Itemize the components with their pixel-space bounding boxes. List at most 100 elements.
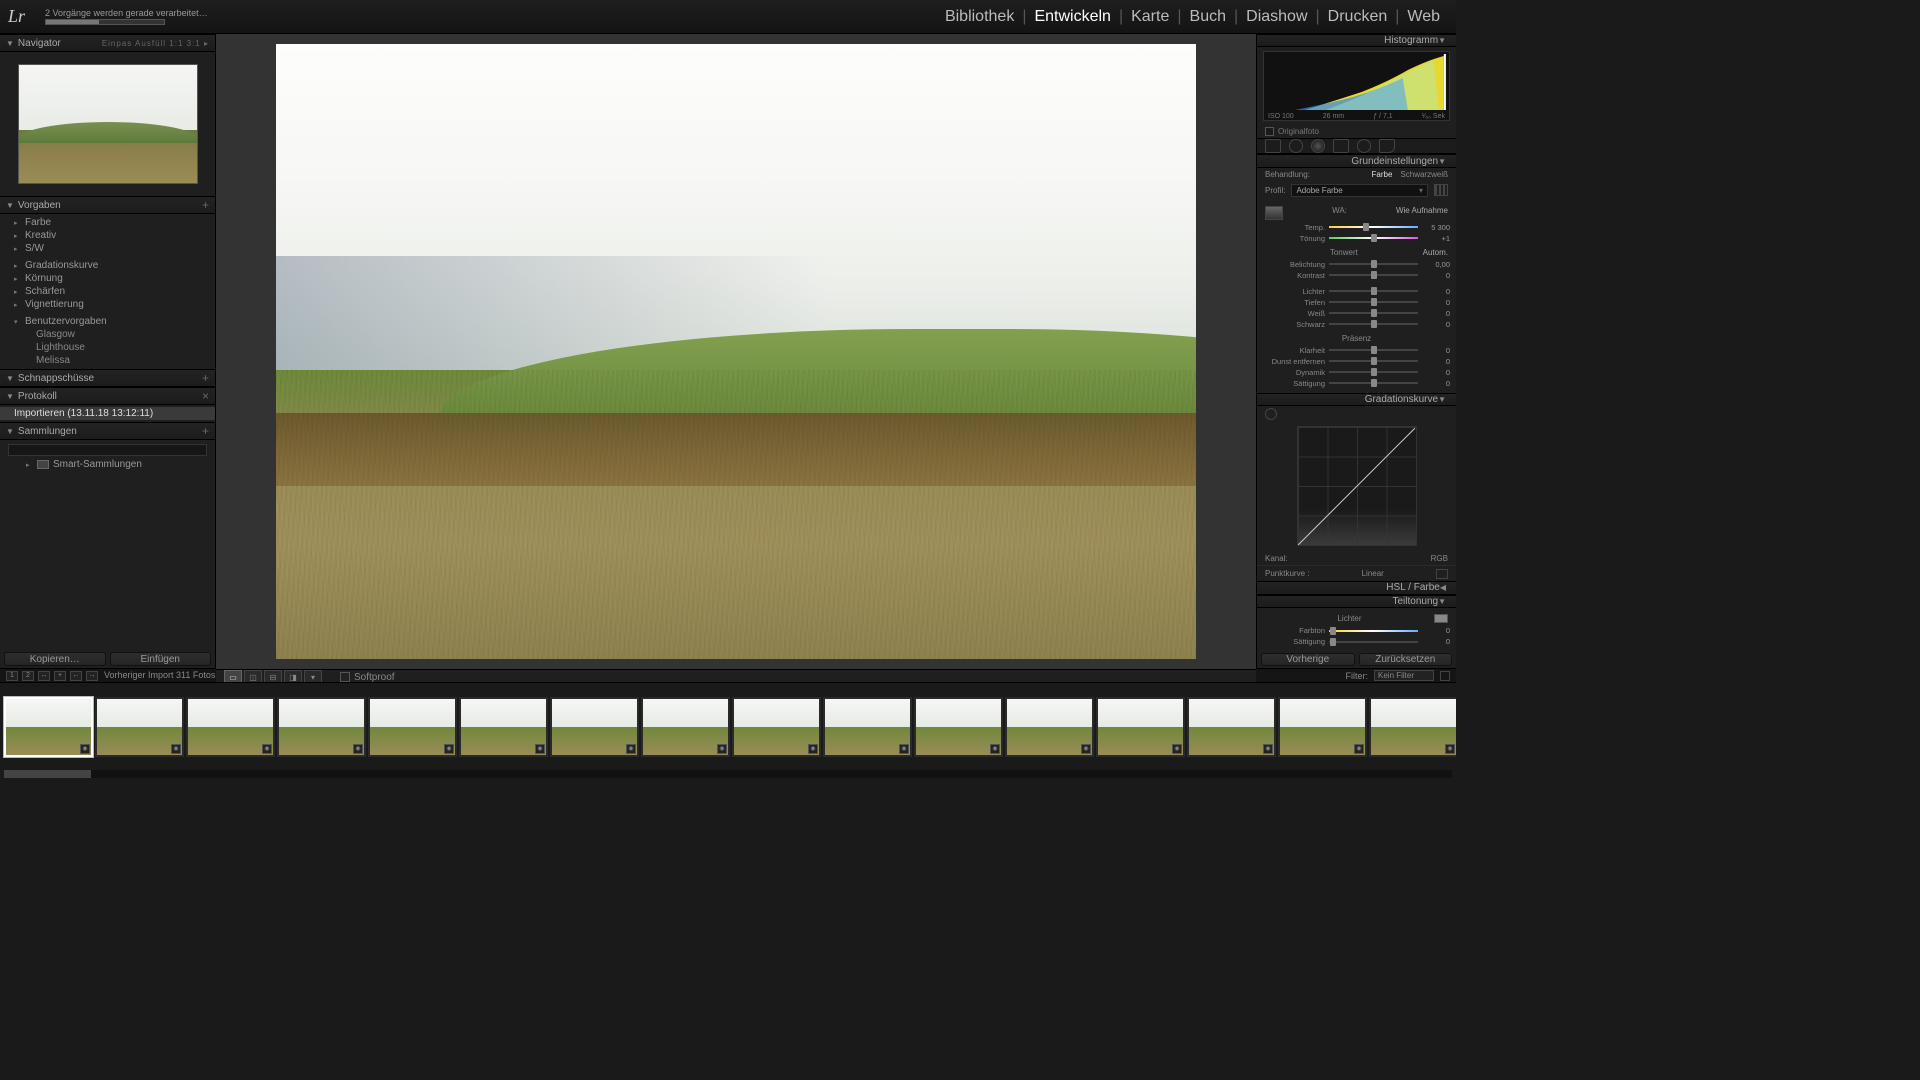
presets-header[interactable]: ▼ Vorgaben +: [0, 196, 215, 214]
slider-lichter[interactable]: Lichter0: [1263, 286, 1450, 297]
slider-schwarz[interactable]: Schwarz0: [1263, 319, 1450, 330]
module-tab-entwickeln[interactable]: Entwickeln: [1026, 8, 1118, 26]
module-tab-diashow[interactable]: Diashow: [1238, 8, 1315, 26]
slider-weiß[interactable]: Weiß0: [1263, 308, 1450, 319]
add-snapshot-button[interactable]: +: [202, 371, 209, 385]
tint-slider[interactable]: Tönung +1: [1263, 233, 1450, 244]
preset-item[interactable]: ▸Farbe: [0, 216, 215, 229]
clear-history-button[interactable]: ×: [202, 389, 209, 403]
history-item[interactable]: Importieren (13.11.18 13:12:11): [0, 407, 215, 420]
slider-value[interactable]: 0: [1422, 368, 1450, 377]
curve-mode-icon[interactable]: [1436, 569, 1448, 579]
module-tab-web[interactable]: Web: [1399, 8, 1448, 26]
slider-value[interactable]: 0: [1422, 287, 1450, 296]
slider-belichtung[interactable]: Belichtung0,00: [1263, 259, 1450, 270]
treatment-color[interactable]: Farbe: [1372, 170, 1393, 179]
radial-filter-tool[interactable]: [1357, 139, 1371, 153]
slider-value[interactable]: 0: [1422, 298, 1450, 307]
filmstrip-thumb[interactable]: ◉: [277, 697, 366, 757]
profile-browser-icon[interactable]: [1434, 184, 1448, 196]
module-tab-karte[interactable]: Karte: [1123, 8, 1177, 26]
navigator-header[interactable]: ▼ Navigator Einpas Ausfüll 1:1 3:1 ▸: [0, 34, 215, 52]
fs-nav-button[interactable]: +: [54, 671, 66, 681]
fs-nav-button[interactable]: 1: [6, 671, 18, 681]
add-collection-button[interactable]: +: [202, 424, 209, 438]
tone-curve-editor[interactable]: [1297, 426, 1417, 546]
slider-value[interactable]: 0,00: [1422, 260, 1450, 269]
filmstrip-thumb[interactable]: ◉: [368, 697, 457, 757]
wb-picker-icon[interactable]: [1265, 206, 1283, 220]
tat-icon[interactable]: [1265, 408, 1277, 420]
filmstrip-thumb[interactable]: ◉: [1278, 697, 1367, 757]
filmstrip-thumb[interactable]: ◉: [95, 697, 184, 757]
color-swatch[interactable]: [1434, 614, 1448, 623]
crop-tool[interactable]: [1265, 139, 1281, 153]
slider-value[interactable]: +1: [1422, 234, 1450, 243]
filmstrip-thumb[interactable]: ◉: [732, 697, 821, 757]
channel-select[interactable]: RGB: [1431, 554, 1448, 563]
paste-settings-button[interactable]: Einfügen: [110, 652, 212, 666]
add-preset-button[interactable]: +: [202, 198, 209, 212]
previous-button[interactable]: Vorherige: [1261, 653, 1355, 666]
spot-removal-tool[interactable]: [1289, 139, 1303, 153]
filmstrip-thumb[interactable]: ◉: [4, 697, 93, 757]
preset-item[interactable]: Melissa: [0, 354, 215, 367]
slider-value[interactable]: 5 300: [1422, 223, 1450, 232]
filmstrip-thumb[interactable]: ◉: [1369, 697, 1456, 757]
slider-sättigung[interactable]: Sättigung0: [1263, 636, 1450, 647]
slider-value[interactable]: 0: [1422, 379, 1450, 388]
redeye-tool[interactable]: [1311, 139, 1325, 153]
filmstrip-thumb[interactable]: ◉: [914, 697, 1003, 757]
module-tab-buch[interactable]: Buch: [1182, 8, 1234, 26]
hsl-header[interactable]: HSL / Farbe ◀: [1257, 581, 1456, 594]
collection-item[interactable]: ▸ Smart-Sammlungen: [0, 458, 215, 471]
image-viewport[interactable]: [216, 34, 1256, 669]
auto-tone-button[interactable]: Autom.: [1423, 248, 1448, 257]
collections-search[interactable]: [8, 444, 207, 456]
graduated-filter-tool[interactable]: [1333, 139, 1349, 153]
slider-value[interactable]: 0: [1422, 309, 1450, 318]
filmstrip-thumb[interactable]: ◉: [823, 697, 912, 757]
preset-item[interactable]: Lighthouse: [0, 341, 215, 354]
tonecurve-header[interactable]: Gradationskurve ▼: [1257, 393, 1456, 406]
basic-header[interactable]: Grundeinstellungen ▼: [1257, 154, 1456, 167]
module-tab-drucken[interactable]: Drucken: [1320, 8, 1396, 26]
original-photo-toggle[interactable]: Originalfoto: [1257, 125, 1456, 138]
temp-slider[interactable]: Temp. 5 300: [1263, 222, 1450, 233]
wb-preset-select[interactable]: Wie Aufnahme: [1396, 206, 1448, 220]
preset-item[interactable]: ▸S/W: [0, 242, 215, 255]
preset-item[interactable]: ▸Vignettierung: [0, 298, 215, 311]
fs-nav-button[interactable]: ←: [70, 671, 82, 681]
brush-tool[interactable]: [1379, 139, 1395, 153]
snapshots-header[interactable]: ▼ Schnappschüsse +: [0, 369, 215, 387]
filmstrip-thumb[interactable]: ◉: [186, 697, 275, 757]
filmstrip-thumb[interactable]: ◉: [459, 697, 548, 757]
collections-header[interactable]: ▼ Sammlungen +: [0, 422, 215, 440]
preset-item[interactable]: ▸Kreativ: [0, 229, 215, 242]
filmstrip-thumb[interactable]: ◉: [1187, 697, 1276, 757]
histogram-header[interactable]: Histogramm ▼: [1257, 34, 1456, 47]
slider-klarheit[interactable]: Klarheit0: [1263, 345, 1450, 356]
preset-item[interactable]: Glasgow: [0, 328, 215, 341]
slider-dynamik[interactable]: Dynamik0: [1263, 367, 1450, 378]
preset-item[interactable]: ▸Körnung: [0, 272, 215, 285]
fs-nav-button[interactable]: →: [86, 671, 98, 681]
filter-lock-icon[interactable]: [1440, 671, 1450, 681]
module-tab-bibliothek[interactable]: Bibliothek: [937, 8, 1022, 26]
filmstrip-thumb[interactable]: ◉: [550, 697, 639, 757]
slider-sättigung[interactable]: Sättigung0: [1263, 378, 1450, 389]
slider-value[interactable]: 0: [1422, 357, 1450, 366]
slider-value[interactable]: 0: [1422, 271, 1450, 280]
preset-item[interactable]: ▸Schärfen: [0, 285, 215, 298]
profile-select[interactable]: Adobe Farbe ▾: [1291, 184, 1428, 197]
filmstrip[interactable]: ◉◉◉◉◉◉◉◉◉◉◉◉◉◉◉◉: [0, 682, 1456, 780]
treatment-bw[interactable]: Schwarzweiß: [1400, 170, 1448, 179]
copy-settings-button[interactable]: Kopieren…: [4, 652, 106, 666]
reset-button[interactable]: Zurücksetzen: [1359, 653, 1453, 666]
navigator-zoom-modes[interactable]: Einpas Ausfüll 1:1 3:1 ▸: [102, 39, 209, 48]
pointcurve-select[interactable]: Linear: [1362, 569, 1384, 579]
softproof-toggle[interactable]: Softproof: [340, 672, 395, 683]
fs-nav-button[interactable]: 2: [22, 671, 34, 681]
histogram-display[interactable]: ISO 100 26 mm ƒ / 7,1 ¹⁄₆₀ Sek: [1263, 51, 1450, 121]
navigator-preview[interactable]: [18, 64, 198, 184]
